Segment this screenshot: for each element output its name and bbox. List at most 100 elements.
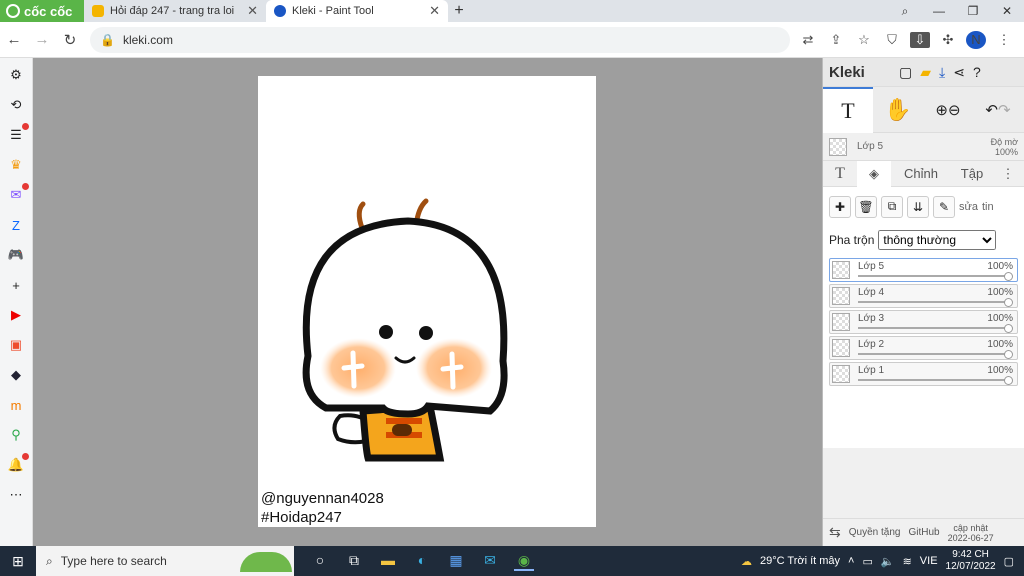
github-link[interactable]: GitHub: [908, 527, 939, 538]
cortana-icon[interactable]: ○: [310, 552, 330, 571]
duplicate-layer-icon[interactable]: ⧉: [881, 195, 903, 218]
profile-avatar[interactable]: N: [966, 30, 986, 49]
hand-tool-button[interactable]: ✋: [873, 87, 923, 133]
layer-item[interactable]: Lớp 3 100%: [829, 310, 1018, 334]
reload-icon[interactable]: ↻: [56, 31, 84, 49]
layer-opacity-knob[interactable]: [1004, 272, 1013, 281]
layer-opacity-knob[interactable]: [1004, 298, 1013, 307]
undo-redo-buttons[interactable]: ↶ ↷: [973, 87, 1023, 133]
bookmark-star-icon[interactable]: ☆: [854, 32, 874, 48]
speaker-icon[interactable]: 🔈: [881, 555, 895, 568]
layer-opacity-slider[interactable]: [858, 379, 1009, 381]
forward-icon[interactable]: →: [28, 31, 56, 48]
coccoc-menu-button[interactable]: cốc cốc: [0, 0, 84, 22]
undo-icon[interactable]: ↶: [985, 101, 998, 119]
share-icon[interactable]: ⇪: [826, 32, 846, 48]
settings-gear-icon[interactable]: ⚙: [7, 66, 25, 84]
reading-list-icon[interactable]: ☰: [7, 123, 29, 144]
swap-side-icon[interactable]: ⇆: [829, 524, 841, 541]
battery-icon[interactable]: ▭: [862, 555, 872, 568]
minimize-icon[interactable]: —: [922, 4, 956, 19]
mail-icon[interactable]: ✉: [480, 552, 500, 571]
layer-opacity-slider[interactable]: [858, 327, 1009, 329]
notification-bell-icon[interactable]: 🔔: [7, 453, 29, 474]
language-indicator[interactable]: VIE: [920, 555, 938, 567]
task-view-icon[interactable]: ⧉: [344, 552, 364, 571]
zalo-icon[interactable]: Z: [7, 216, 25, 234]
add-layer-icon[interactable]: ✚: [829, 195, 851, 218]
coccoc-taskbar-icon[interactable]: ◉: [514, 552, 534, 571]
kleki-logo[interactable]: Kleki: [829, 64, 891, 81]
new-tab-button[interactable]: +: [448, 2, 470, 20]
new-file-icon[interactable]: ▢: [899, 64, 912, 81]
tab-hoidap[interactable]: Hỏi đáp 247 - trang tra loi ✕: [84, 0, 266, 22]
layer-opacity-knob[interactable]: [1004, 376, 1013, 385]
drawing-canvas[interactable]: @nguyennan4028 #Hoidap247: [258, 76, 596, 527]
notifications-icon[interactable]: ▢: [1004, 555, 1014, 568]
donate-link[interactable]: Quyền tặng: [849, 527, 901, 538]
tab-adjust[interactable]: Chỉnh: [891, 161, 951, 187]
more-options-icon[interactable]: ⋮: [993, 161, 1023, 187]
more-icon[interactable]: ⋯: [7, 486, 25, 504]
layer-opacity-slider[interactable]: [858, 301, 1009, 303]
wifi-icon[interactable]: ≋: [903, 555, 912, 568]
help-icon[interactable]: ?: [973, 64, 981, 80]
tab-kleki[interactable]: Kleki - Paint Tool ✕: [266, 0, 448, 22]
download-icon[interactable]: ⇩: [910, 31, 930, 48]
tab-file[interactable]: Tập: [951, 161, 993, 187]
tab-layers[interactable]: ◈: [857, 160, 891, 187]
weather-text[interactable]: 29°C Trời ít mây: [760, 555, 840, 567]
taskbar-search[interactable]: ⌕ Type here to search: [36, 546, 294, 576]
layer-item[interactable]: Lớp 5 100%: [829, 258, 1018, 282]
close-tab-icon[interactable]: ✕: [247, 3, 258, 19]
file-explorer-icon[interactable]: ▬: [378, 552, 398, 571]
merge-layer-icon[interactable]: ⇊: [907, 195, 929, 218]
canvas-area[interactable]: @nguyennan4028 #Hoidap247: [33, 58, 822, 546]
edge-icon[interactable]: ◐: [412, 552, 432, 571]
clock[interactable]: 9:42 CH 12/07/2022: [946, 549, 996, 573]
redo-icon[interactable]: ↷: [998, 101, 1011, 119]
layer-opacity-knob[interactable]: [1004, 350, 1013, 359]
zoom-in-icon[interactable]: ⊕: [935, 101, 948, 119]
shield-icon[interactable]: ⛉: [882, 32, 902, 48]
layer-opacity-knob[interactable]: [1004, 324, 1013, 333]
extensions-icon[interactable]: ✣: [938, 32, 958, 48]
shopping-icon[interactable]: m: [7, 396, 25, 414]
weather-icon[interactable]: ☁: [741, 555, 752, 568]
restore-icon[interactable]: ❐: [956, 4, 990, 19]
back-icon[interactable]: ←: [0, 31, 28, 48]
update-info[interactable]: cập nhật 2022-06-27: [948, 523, 994, 543]
crown-icon[interactable]: ♛: [7, 156, 25, 174]
close-window-icon[interactable]: ✕: [990, 4, 1024, 19]
layer-item[interactable]: Lớp 2 100%: [829, 336, 1018, 360]
store-icon[interactable]: ▦: [446, 552, 466, 571]
youtube-icon[interactable]: ▶: [7, 306, 25, 324]
messenger-icon[interactable]: ✉: [7, 183, 29, 204]
close-tab-icon[interactable]: ✕: [429, 3, 440, 19]
history-icon[interactable]: ⟲: [7, 96, 25, 114]
layer-item[interactable]: Lớp 1 100%: [829, 362, 1018, 386]
layer-item[interactable]: Lớp 4 100%: [829, 284, 1018, 308]
layer-opacity-slider[interactable]: [858, 275, 1009, 277]
zoom-buttons[interactable]: ⊕ ⊖: [923, 87, 973, 133]
game-app-icon[interactable]: ◆: [7, 366, 25, 384]
delete-layer-icon[interactable]: 🗑: [855, 195, 877, 218]
shopee-icon[interactable]: ▣: [7, 336, 25, 354]
tray-chevron-icon[interactable]: ˄: [848, 555, 854, 567]
url-field[interactable]: 🔒 kleki.com: [90, 26, 790, 53]
rename-layer-icon[interactable]: ✎: [933, 195, 955, 218]
windows-start-icon[interactable]: ⊞: [0, 553, 36, 570]
maps-icon[interactable]: ⚲: [7, 426, 25, 444]
tab-search-icon[interactable]: ⌕: [888, 4, 922, 19]
layer-opacity-slider[interactable]: [858, 353, 1009, 355]
zoom-out-icon[interactable]: ⊖: [948, 101, 961, 119]
text-tool-button[interactable]: T: [823, 86, 873, 133]
translate-icon[interactable]: ⇄: [798, 32, 818, 48]
open-file-icon[interactable]: ▰: [920, 64, 931, 81]
game-icon[interactable]: 🎮: [7, 246, 25, 264]
add-sidebar-icon[interactable]: +: [7, 276, 25, 294]
share-icon[interactable]: ⋖: [953, 64, 965, 81]
blend-mode-select[interactable]: thông thường: [878, 230, 997, 250]
tab-text-tool[interactable]: T: [823, 161, 857, 187]
menu-icon[interactable]: ⋮: [994, 32, 1014, 48]
